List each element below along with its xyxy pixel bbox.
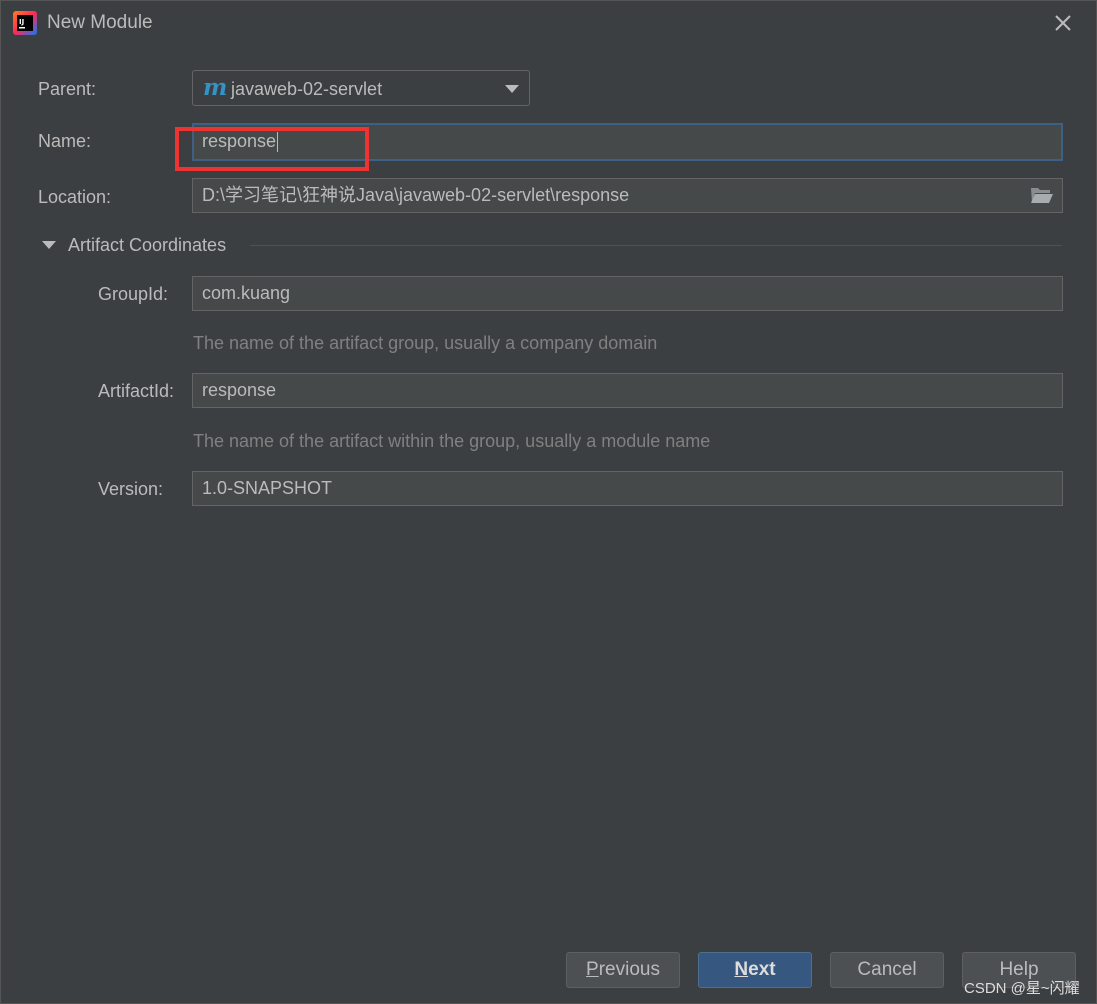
- folder-open-icon[interactable]: [1030, 185, 1054, 205]
- intellij-idea-icon: IJ: [13, 11, 37, 35]
- cancel-label: Cancel: [857, 959, 917, 980]
- groupid-label: GroupId:: [98, 284, 169, 304]
- maven-icon: m: [203, 74, 228, 101]
- version-input-value: 1.0-SNAPSHOT: [202, 478, 333, 498]
- location-label: Location:: [38, 187, 112, 207]
- previous-label: revious: [598, 959, 660, 980]
- section-divider: [250, 245, 1062, 246]
- previous-mnemonic: P: [586, 959, 599, 980]
- dialog-title: New Module: [47, 12, 153, 33]
- groupid-input-value: com.kuang: [202, 283, 291, 303]
- close-icon[interactable]: [1049, 9, 1077, 37]
- location-input[interactable]: D:\学习笔记\狂神说Java\javaweb-02-servlet\respo…: [192, 178, 1063, 213]
- parent-label: Parent:: [38, 79, 97, 99]
- previous-button[interactable]: Previous: [566, 952, 680, 988]
- artifactid-label: ArtifactId:: [98, 381, 175, 401]
- location-input-value: D:\学习笔记\狂神说Java\javaweb-02-servlet\respo…: [202, 185, 630, 205]
- next-mnemonic: N: [734, 959, 749, 980]
- next-button[interactable]: Next: [698, 952, 812, 988]
- title-bar: IJ New Module: [1, 1, 1096, 45]
- artifactid-input[interactable]: response: [192, 373, 1063, 408]
- name-label: Name:: [38, 131, 92, 151]
- new-module-dialog: IJ New Module Parent: m javaweb-02-servl…: [0, 0, 1097, 1004]
- highlight-annotation-box: [175, 127, 369, 171]
- groupid-hint: The name of the artifact group, usually …: [193, 333, 658, 353]
- chevron-down-icon: [505, 85, 519, 93]
- section-title: Artifact Coordinates: [68, 235, 227, 255]
- parent-dropdown[interactable]: m javaweb-02-servlet: [192, 70, 530, 106]
- artifactid-input-value: response: [202, 380, 277, 400]
- svg-text:IJ: IJ: [19, 18, 24, 26]
- artifactid-hint: The name of the artifact within the grou…: [193, 431, 711, 451]
- cancel-button[interactable]: Cancel: [830, 952, 944, 988]
- parent-value: javaweb-02-servlet: [231, 79, 383, 99]
- artifact-coordinates-toggle[interactable]: Artifact Coordinates: [41, 233, 1063, 257]
- triangle-down-icon: [42, 241, 56, 249]
- groupid-input[interactable]: com.kuang: [192, 276, 1063, 311]
- watermark: CSDN @星~闪耀: [964, 980, 1080, 997]
- version-label: Version:: [98, 479, 164, 499]
- version-input[interactable]: 1.0-SNAPSHOT: [192, 471, 1063, 506]
- next-label: ext: [748, 959, 776, 980]
